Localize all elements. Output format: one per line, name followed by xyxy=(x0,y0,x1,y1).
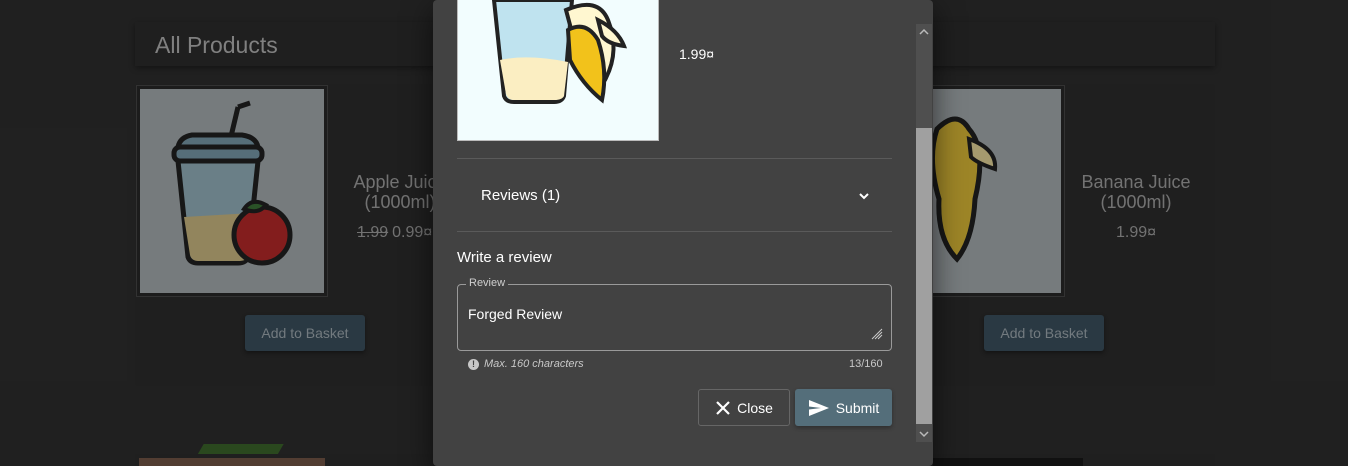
review-hint: ! Max. 160 characters xyxy=(468,358,584,370)
submit-button[interactable]: Submit xyxy=(795,389,892,426)
submit-button-label: Submit xyxy=(835,399,880,416)
send-icon xyxy=(808,399,829,416)
scroll-thumb[interactable] xyxy=(916,128,932,424)
product-details-dialog: 1.99¤ Reviews (1) Write a review Review … xyxy=(433,0,933,466)
chevron-down-icon[interactable] xyxy=(857,189,871,203)
reviews-expansion-panel[interactable]: Reviews (1) xyxy=(457,159,892,231)
write-review-label: Write a review xyxy=(457,249,552,266)
close-button-label: Close xyxy=(737,399,773,416)
hint-text: Max. 160 characters xyxy=(484,358,584,370)
divider xyxy=(457,231,892,232)
chevron-down-icon xyxy=(919,431,929,438)
scroll-down-arrow[interactable] xyxy=(916,426,932,442)
dialog-price: 1.99¤ xyxy=(679,46,715,62)
product-image xyxy=(457,0,659,141)
resize-handle-icon[interactable] xyxy=(871,328,883,340)
reviews-label: Reviews (1) xyxy=(481,187,561,204)
review-input-value[interactable]: Forged Review xyxy=(468,306,562,322)
dialog-scrollbar[interactable] xyxy=(916,24,932,442)
banana-juice-image xyxy=(491,0,628,104)
close-button[interactable]: Close xyxy=(698,389,790,426)
info-icon: ! xyxy=(468,358,479,370)
close-icon xyxy=(716,400,730,415)
chevron-up-icon xyxy=(919,28,929,35)
review-textarea[interactable]: Review Forged Review xyxy=(457,277,892,351)
scroll-up-arrow[interactable] xyxy=(916,24,932,40)
review-field-label: Review xyxy=(466,277,509,289)
character-counter: 13/160 xyxy=(849,358,883,370)
